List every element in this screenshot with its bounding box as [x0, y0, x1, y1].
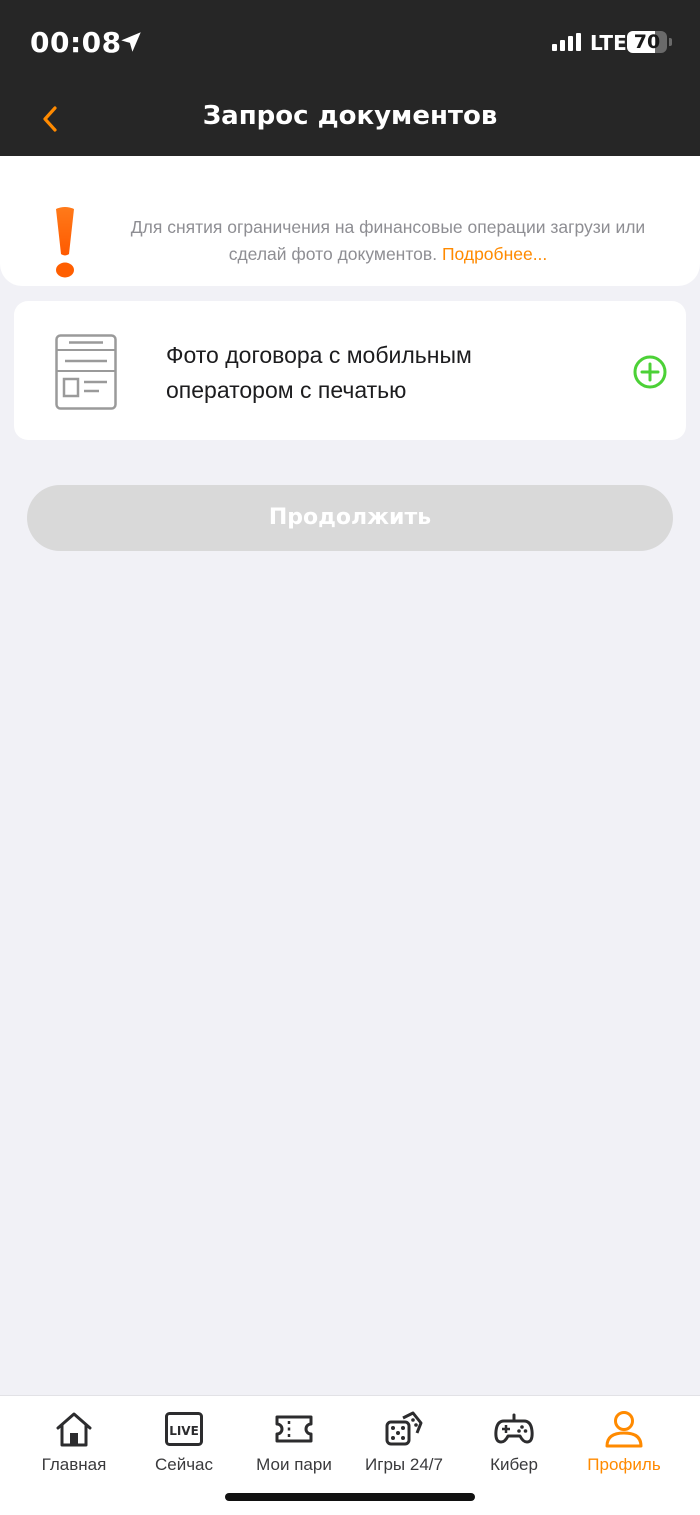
battery-percent: 70: [633, 31, 661, 53]
app-header: [0, 0, 700, 156]
battery-icon: 70: [627, 31, 667, 53]
add-document-button[interactable]: [632, 354, 668, 390]
tab-profile[interactable]: Профиль: [568, 1405, 680, 1479]
location-arrow-icon: [121, 32, 141, 52]
home-indicator: [225, 1493, 475, 1501]
tab-label: Главная: [41, 1455, 107, 1474]
continue-button[interactable]: Продолжить: [27, 485, 673, 551]
home-icon: [56, 1412, 92, 1447]
cellular-signal-icon: [552, 33, 581, 51]
tab-cyber[interactable]: Кибер: [458, 1405, 570, 1479]
gamepad-icon: [494, 1413, 534, 1444]
live-icon: LIVE: [165, 1412, 203, 1446]
dice-icon: [385, 1411, 423, 1446]
notice-more-link[interactable]: Подробнее...: [442, 244, 547, 264]
status-time: 00:08: [30, 26, 122, 59]
svg-text:LIVE: LIVE: [169, 1424, 199, 1438]
ticket-icon: [275, 1415, 313, 1443]
document-title: Фото договора с мобильным оператором с п…: [166, 342, 472, 403]
tab-label: Игры 24/7: [365, 1455, 443, 1474]
profile-icon: [605, 1411, 643, 1448]
tab-my-bets[interactable]: Мои пари: [238, 1405, 350, 1479]
tab-label: Сейчас: [154, 1455, 214, 1474]
notice-text: Для снятия ограничения на финансовые опе…: [100, 214, 676, 268]
exclamation-icon: [56, 207, 74, 278]
network-type-label: LTE: [590, 31, 627, 55]
tab-label: Мои пари: [256, 1455, 332, 1474]
tab-label: Профиль: [587, 1455, 661, 1474]
document-icon: [55, 334, 117, 410]
battery-cap: [669, 38, 672, 46]
plus-circle-icon: [633, 355, 667, 389]
tab-label: Кибер: [490, 1455, 538, 1474]
tab-games[interactable]: Игры 24/7: [348, 1405, 460, 1479]
page-title: Запрос документов: [202, 101, 498, 131]
notice-message: Для снятия ограничения на финансовые опе…: [130, 217, 646, 264]
tab-live[interactable]: LIVE Сейчас: [128, 1405, 240, 1479]
tab-home[interactable]: Главная: [18, 1405, 130, 1479]
